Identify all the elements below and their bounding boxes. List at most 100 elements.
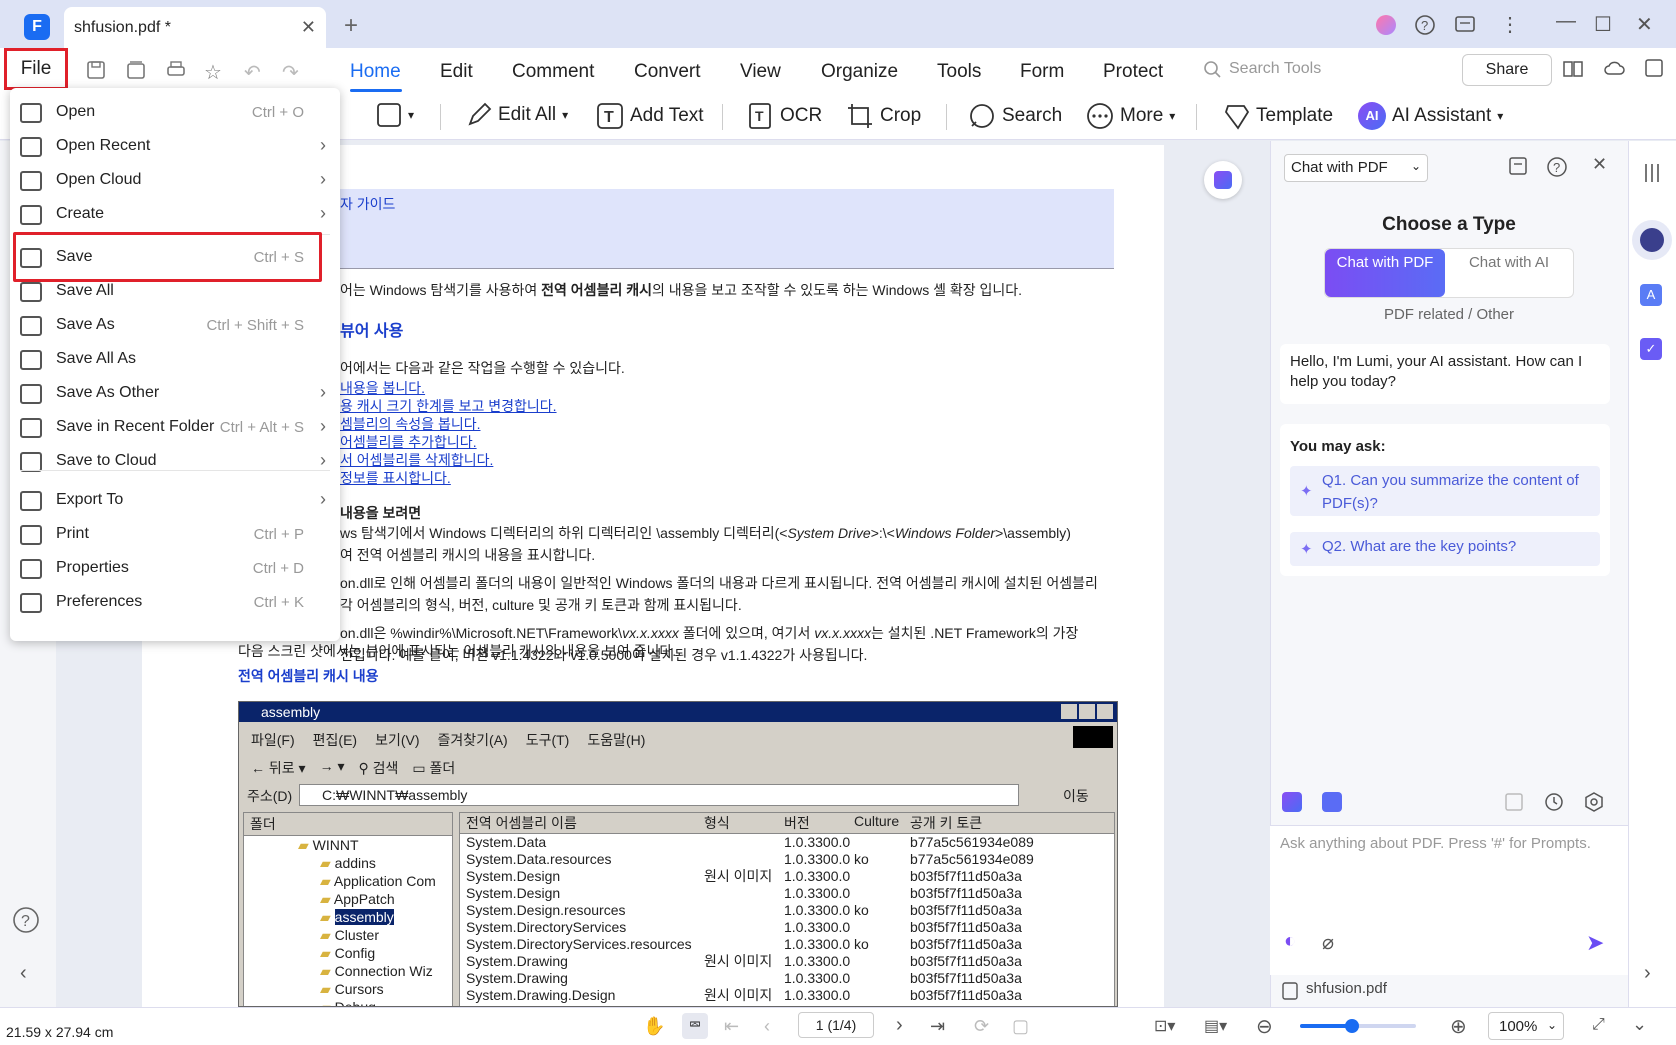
attached-file[interactable]: shfusion.pdf	[1280, 980, 1618, 1004]
star-icon[interactable]: ☆	[204, 60, 222, 85]
prompt-idea-icon[interactable]: ◐	[1284, 930, 1296, 953]
suggestion-q1[interactable]: ✦ Q1. Can you summarize the content of PD…	[1290, 466, 1600, 516]
insert-icon[interactable]	[1504, 792, 1524, 812]
new-chat-icon[interactable]	[1508, 156, 1530, 178]
more-vertical-icon[interactable]: ⋮	[1500, 12, 1520, 37]
zoom-in-icon[interactable]: ⊕	[1450, 1014, 1467, 1039]
close-window-icon[interactable]: ✕	[1636, 12, 1653, 37]
view-mode-icon[interactable]: ▤▾	[1204, 1016, 1227, 1036]
print-quick-icon[interactable]	[166, 60, 186, 80]
edit-all-button[interactable]: Edit All ▾	[466, 102, 568, 128]
panel-toggle-icon[interactable]	[1644, 58, 1664, 78]
menu-item-properties[interactable]: Properties Ctrl + D	[10, 551, 340, 587]
search-button[interactable]: Search	[968, 102, 1062, 130]
ai-robot-button[interactable]	[1632, 220, 1672, 260]
tab-organize[interactable]: Organize	[821, 61, 898, 83]
last-page-icon[interactable]: ⇥	[930, 1016, 945, 1037]
chat-with-ai-option[interactable]: Chat with AI	[1445, 249, 1573, 297]
zoom-level-select[interactable]: 100% ⌄	[1488, 1012, 1564, 1040]
menu-item-preferences[interactable]: Preferences Ctrl + K	[10, 585, 340, 621]
close-panel-icon[interactable]: ✕	[1592, 154, 1607, 175]
maximize-icon[interactable]: ☐	[1594, 12, 1612, 37]
menu-item-print[interactable]: Print Ctrl + P	[10, 517, 340, 553]
menu-item-save-as-other[interactable]: Save As Other ›	[10, 376, 340, 412]
crop-button[interactable]: Crop	[846, 102, 921, 130]
rotate-icon[interactable]: ⟳	[974, 1016, 989, 1037]
tab-protect[interactable]: Protect	[1103, 61, 1163, 83]
tab-home[interactable]: Home	[350, 61, 401, 83]
history-icon[interactable]	[1544, 792, 1564, 812]
zoom-slider[interactable]	[1300, 1019, 1416, 1033]
check-icon[interactable]: ✓	[1640, 338, 1662, 360]
translate-icon[interactable]: A	[1640, 284, 1662, 306]
save-all-quick-icon[interactable]	[126, 60, 146, 80]
document-tab[interactable]: shfusion.pdf * ✕	[64, 7, 326, 49]
adjust-icon[interactable]	[1641, 162, 1663, 184]
template-button[interactable]: Template	[1222, 102, 1333, 130]
menu-item-open-recent[interactable]: Open Recent ›	[10, 129, 340, 165]
ai-chat-icon[interactable]	[1282, 792, 1302, 812]
collapse-left-icon[interactable]: ‹	[20, 962, 27, 985]
menu-item-save-to-cloud[interactable]: Save to Cloud ›	[10, 444, 340, 480]
prev-page-icon[interactable]: ‹	[764, 1016, 770, 1037]
select-tool-icon[interactable]: ⮹	[682, 1013, 708, 1039]
menu-item-open-cloud[interactable]: Open Cloud ›	[10, 163, 340, 199]
tab-edit[interactable]: Edit	[440, 61, 473, 83]
help-icon[interactable]: ?	[1414, 14, 1436, 36]
shape-dropdown[interactable]: ▾	[376, 102, 414, 128]
help-icon[interactable]: ?	[1546, 156, 1568, 178]
save-quick-icon[interactable]	[86, 60, 106, 80]
next-page-icon[interactable]: ›	[896, 1014, 903, 1037]
cloud-upload-icon[interactable]	[1604, 58, 1626, 80]
file-menu-button[interactable]: File	[4, 48, 68, 90]
first-page-icon[interactable]: ⇤	[724, 1016, 739, 1037]
menu-item-open[interactable]: Open Ctrl + O	[10, 95, 340, 131]
more-button[interactable]: More ▾	[1086, 102, 1175, 130]
redo-icon[interactable]: ↷	[282, 60, 299, 85]
expand-right-icon[interactable]: ›	[1644, 962, 1651, 985]
doc-link[interactable]: 용 캐시 크기 한계를 보고 변경합니다.	[340, 396, 557, 416]
undo-icon[interactable]: ↶	[244, 60, 261, 85]
attach-icon[interactable]: ⌀	[1322, 930, 1334, 955]
doc-link[interactable]: 정보를 표시합니다.	[340, 468, 451, 488]
ai-assistant-button[interactable]: AI AI Assistant ▾	[1358, 102, 1503, 130]
menu-item-save-all-as[interactable]: Save All As	[10, 342, 340, 378]
minimize-icon[interactable]: —	[1556, 10, 1576, 33]
tab-view[interactable]: View	[740, 61, 781, 83]
help-circle-icon[interactable]: ?	[12, 906, 40, 934]
suggestion-q2[interactable]: ✦ Q2. What are the key points?	[1290, 532, 1600, 566]
fit-page-icon[interactable]: ⊡▾	[1154, 1016, 1175, 1036]
chat-mode-select[interactable]: Chat with PDF ⌄	[1284, 154, 1428, 182]
ocr-button[interactable]: T OCR	[746, 102, 822, 130]
tab-tools[interactable]: Tools	[937, 61, 981, 83]
menu-item-save-in-recent-folder[interactable]: Save in Recent Folder Ctrl + Alt + S ›	[10, 410, 340, 446]
tab-form[interactable]: Form	[1020, 61, 1064, 83]
tab-convert[interactable]: Convert	[634, 61, 701, 83]
doc-link[interactable]: 셈블리의 속성을 봅니다.	[340, 414, 480, 434]
feedback-icon[interactable]	[1454, 14, 1476, 36]
doc-link[interactable]: 내용을 봅니다.	[340, 378, 425, 398]
zoom-out-icon[interactable]: ⊖	[1256, 1014, 1273, 1039]
avatar[interactable]	[1376, 15, 1396, 35]
settings-icon[interactable]	[1584, 792, 1604, 812]
reader-mode-icon[interactable]	[1562, 58, 1584, 80]
send-icon[interactable]: ➤	[1586, 930, 1604, 956]
page-number-input[interactable]: 1 (1/4)	[798, 1012, 874, 1038]
chat-with-pdf-option[interactable]: Chat with PDF	[1325, 249, 1445, 297]
ai-tool-icon[interactable]	[1322, 792, 1342, 812]
hand-tool-icon[interactable]: ✋	[643, 1016, 665, 1037]
menu-item-export-to[interactable]: Export To ›	[10, 483, 340, 519]
fullscreen-icon[interactable]: ⤢	[1592, 1016, 1605, 1034]
doc-link[interactable]: 어셈블리를 추가합니다.	[340, 432, 477, 452]
new-tab-icon[interactable]: +	[344, 12, 358, 40]
scroll-down-icon[interactable]: ⌄	[1632, 1014, 1647, 1035]
add-text-button[interactable]: T Add Text	[596, 102, 704, 130]
menu-item-save-as[interactable]: Save As Ctrl + Shift + S	[10, 308, 340, 344]
share-button[interactable]: Share	[1462, 54, 1552, 86]
menu-item-create[interactable]: Create ›	[10, 197, 340, 233]
ai-float-button[interactable]	[1204, 161, 1242, 199]
tab-comment[interactable]: Comment	[512, 61, 594, 83]
doc-link[interactable]: 서 어셈블리를 삭제합니다.	[340, 450, 493, 470]
page-view-icon[interactable]: ▢	[1012, 1016, 1029, 1037]
close-tab-icon[interactable]: ✕	[301, 17, 316, 38]
